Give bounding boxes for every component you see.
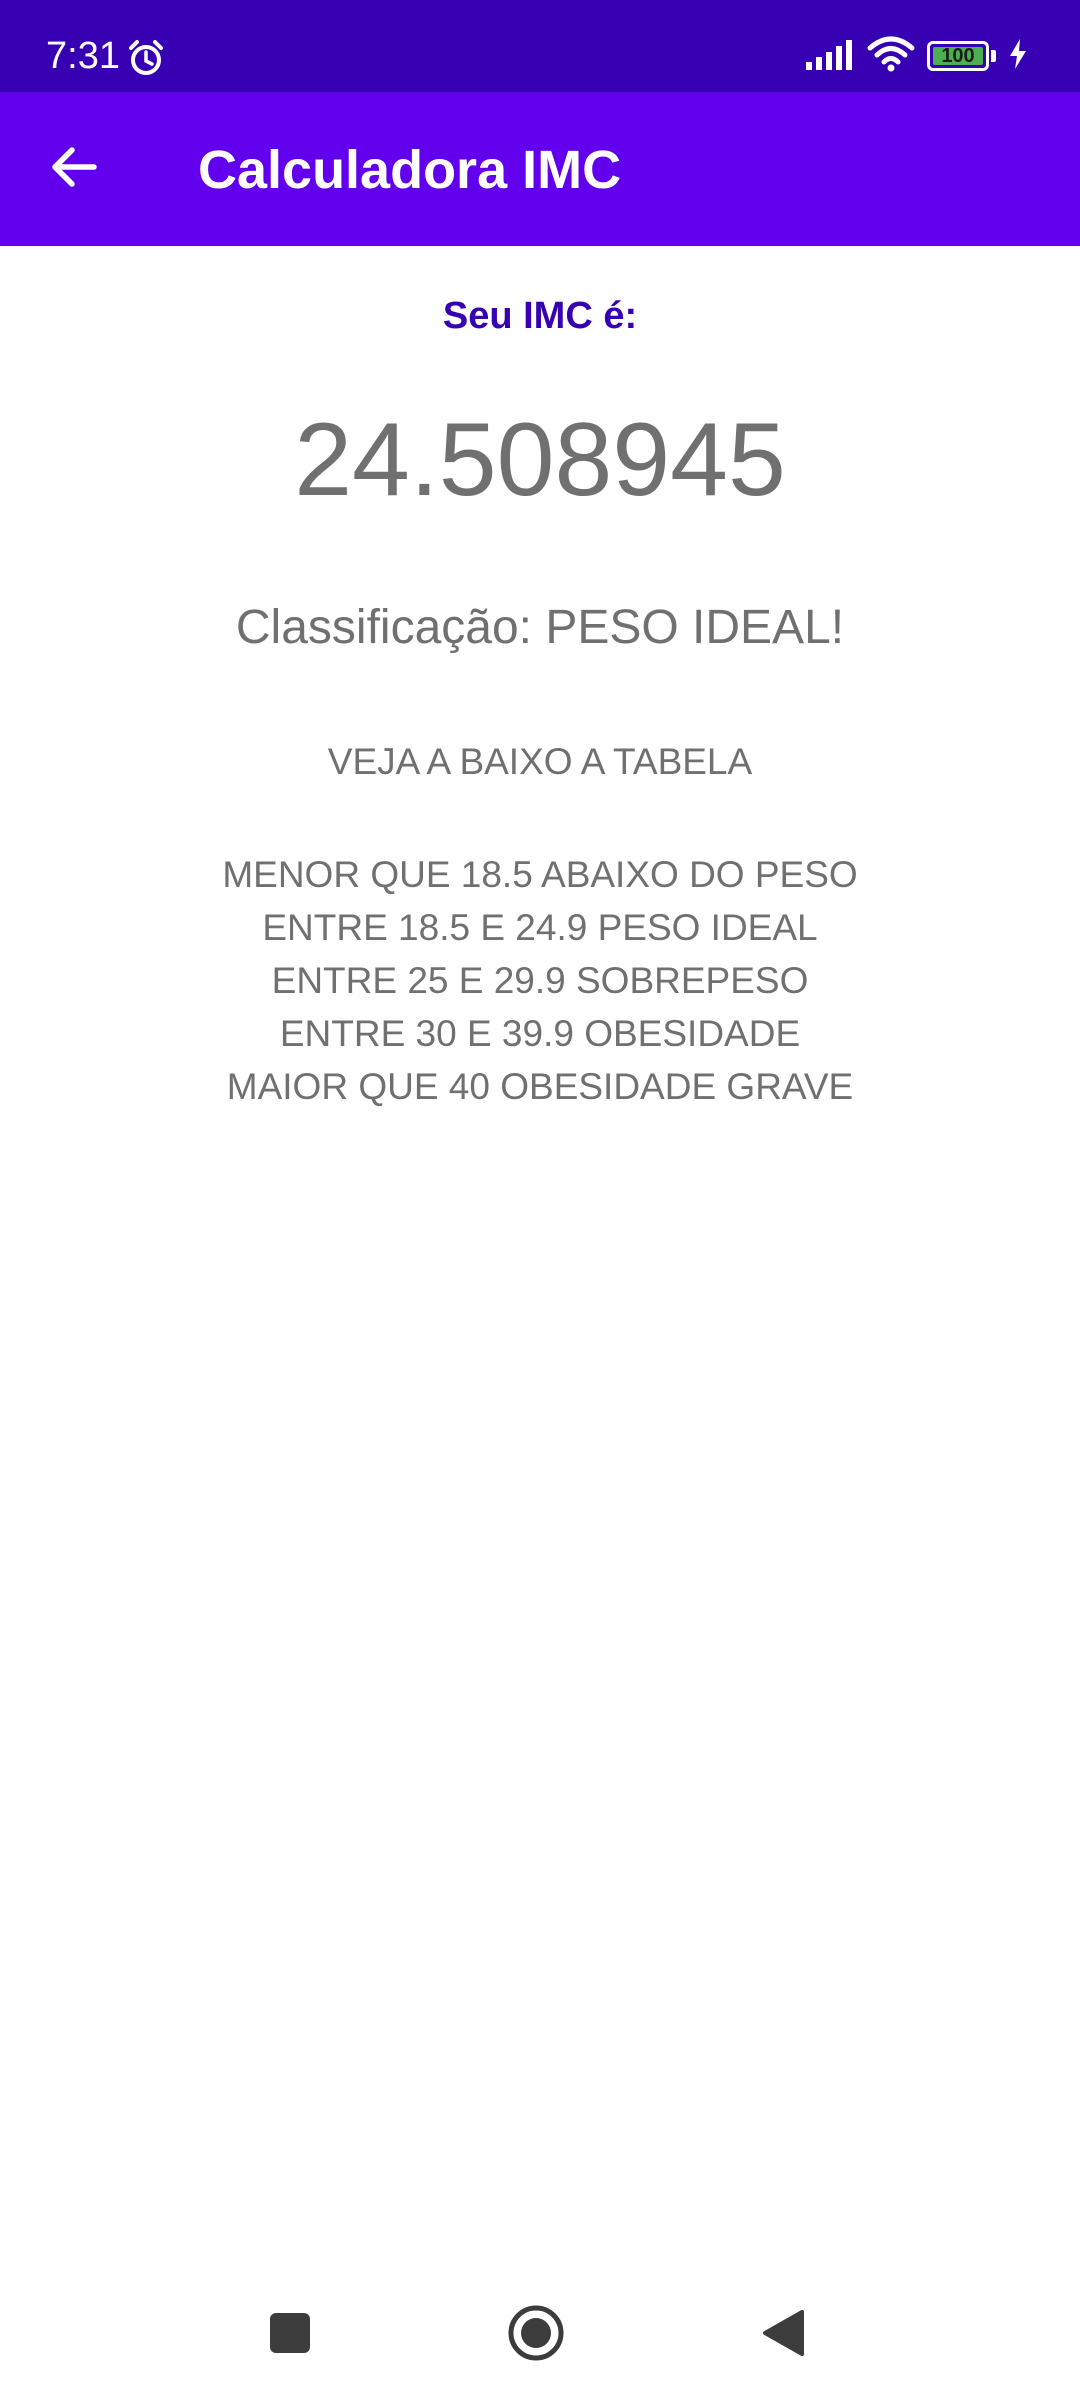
classification-text: Classificação: PESO IDEAL! bbox=[235, 601, 845, 654]
recent-apps-button[interactable] bbox=[245, 2290, 335, 2380]
arrow-left-icon bbox=[48, 141, 100, 198]
table-row: ENTRE 18.5 E 24.9 PESO IDEAL bbox=[262, 907, 818, 948]
home-button[interactable] bbox=[491, 2290, 581, 2380]
back-button[interactable] bbox=[36, 131, 112, 207]
alarm-icon bbox=[126, 38, 166, 78]
table-row: MAIOR QUE 40 OBESIDADE GRAVE bbox=[226, 1066, 854, 1107]
table-row: MENOR QUE 18.5 ABAIXO DO PESO bbox=[222, 854, 858, 895]
bmi-table: MENOR QUE 18.5 ABAIXO DO PESO ENTRE 18.5… bbox=[0, 848, 1080, 1113]
battery-icon: 100 bbox=[927, 41, 989, 71]
battery-level: 100 bbox=[941, 45, 975, 67]
navigation-bar bbox=[0, 2270, 1080, 2400]
status-bar: 7:31 100 bbox=[0, 0, 1080, 92]
table-row: ENTRE 25 E 29.9 SOBREPESO bbox=[271, 960, 809, 1001]
charging-icon bbox=[1008, 38, 1028, 75]
table-row: ENTRE 30 E 39.9 OBESIDADE bbox=[279, 1013, 801, 1054]
status-icons: 100 bbox=[805, 36, 1028, 76]
imc-value: 24.508945 bbox=[294, 402, 786, 518]
screen: 7:31 100 Calculadora IMC Seu IMC é: 24.5… bbox=[0, 0, 1080, 2400]
recent-apps-icon bbox=[268, 2311, 312, 2360]
back-icon bbox=[760, 2308, 806, 2363]
battery-tip bbox=[991, 50, 996, 62]
page-title: Calculadora IMC bbox=[198, 140, 622, 200]
home-icon bbox=[506, 2303, 566, 2368]
status-time: 7:31 bbox=[46, 35, 120, 77]
app-bar: Calculadora IMC bbox=[0, 92, 1080, 246]
imc-label: Seu IMC é: bbox=[442, 295, 638, 337]
table-header: VEJA A BAIXO A TABELA bbox=[327, 741, 753, 782]
wifi-icon bbox=[867, 36, 915, 77]
system-back-button[interactable] bbox=[738, 2290, 828, 2380]
signal-icon bbox=[805, 38, 855, 75]
